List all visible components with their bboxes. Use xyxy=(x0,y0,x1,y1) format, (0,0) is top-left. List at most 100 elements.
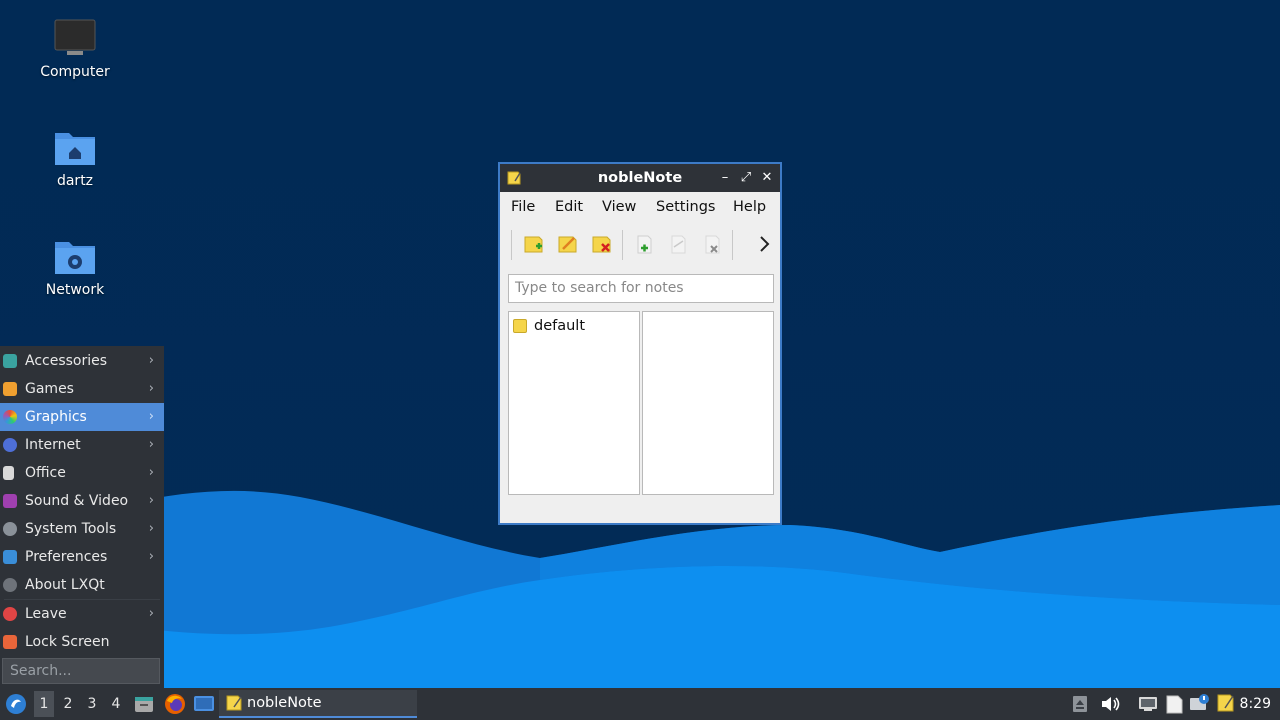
delete-note-icon[interactable] xyxy=(700,232,724,256)
taskbar: 1 2 3 4 nobleNote 8:29 xyxy=(0,688,1280,720)
toolbar-separator xyxy=(622,230,623,260)
delete-folder-icon[interactable] xyxy=(590,232,614,256)
menu-item-about-lxqt[interactable]: About LXQt xyxy=(0,571,164,599)
menu-item-office[interactable]: Office › xyxy=(0,459,164,487)
folder-icon xyxy=(513,319,527,333)
lock-icon xyxy=(3,635,17,649)
menu-item-label: Games xyxy=(25,381,74,397)
volume-icon[interactable] xyxy=(1100,695,1120,713)
lxqt-logo-icon xyxy=(6,694,26,714)
menu-item-label: About LXQt xyxy=(25,577,105,593)
new-note-icon[interactable] xyxy=(632,232,656,256)
clipboard-icon[interactable] xyxy=(1164,694,1184,714)
chevron-right-icon: › xyxy=(148,549,154,564)
menu-item-label: Accessories xyxy=(25,353,108,369)
leave-icon xyxy=(3,607,17,621)
desktop-switch-4[interactable]: 4 xyxy=(106,691,126,717)
desktop-icon-label: Computer xyxy=(40,64,110,80)
clock[interactable]: 8:29 xyxy=(1240,688,1271,720)
chevron-right-icon: › xyxy=(148,409,154,424)
menu-help[interactable]: Help xyxy=(733,192,766,222)
noblenote-tray-icon[interactable] xyxy=(1216,693,1236,713)
close-button[interactable]: ✕ xyxy=(758,164,776,192)
desktop-icon-label: dartz xyxy=(56,173,94,189)
removable-drive-icon[interactable] xyxy=(1072,695,1088,713)
firefox-icon[interactable] xyxy=(164,693,186,715)
rename-note-icon[interactable] xyxy=(666,232,690,256)
chevron-right-icon: › xyxy=(148,465,154,480)
office-icon xyxy=(3,466,14,480)
desktop-icon-label: Network xyxy=(45,282,105,298)
menu-item-label: Lock Screen xyxy=(25,634,110,650)
desktop-switch-1[interactable]: 1 xyxy=(34,691,54,717)
chevron-right-icon: › xyxy=(148,493,154,508)
menu-item-label: Internet xyxy=(25,437,81,453)
internet-icon xyxy=(3,438,17,452)
desktop-icon-home[interactable]: dartz xyxy=(20,127,130,189)
window-titlebar[interactable]: nobleNote – ⤢ ✕ xyxy=(500,164,780,192)
file-manager-icon[interactable] xyxy=(134,694,154,714)
games-icon xyxy=(3,382,17,396)
folder-label: default xyxy=(534,318,586,334)
menu-edit[interactable]: Edit xyxy=(555,192,583,222)
sound-video-icon xyxy=(3,494,17,508)
menu-item-leave[interactable]: Leave › xyxy=(0,600,164,628)
more-chevron-icon[interactable] xyxy=(752,232,776,256)
minimize-button[interactable]: – xyxy=(716,164,734,192)
new-folder-icon[interactable] xyxy=(522,232,546,256)
desktop-switch-2[interactable]: 2 xyxy=(58,691,78,717)
menu-search-input[interactable]: Search... xyxy=(2,658,160,684)
application-menu: Accessories › Games › Graphics › Interne… xyxy=(0,346,164,688)
chevron-right-icon: › xyxy=(148,353,154,368)
desktop-switch-3[interactable]: 3 xyxy=(82,691,102,717)
menu-item-label: System Tools xyxy=(25,521,117,537)
toolbar-separator xyxy=(732,230,733,260)
menu-view[interactable]: View xyxy=(602,192,636,222)
menu-item-label: Graphics xyxy=(25,409,87,425)
menu-item-system-tools[interactable]: System Tools › xyxy=(0,515,164,543)
chevron-right-icon: › xyxy=(148,521,154,536)
network-status-icon[interactable] xyxy=(1138,696,1158,712)
noblenote-app-icon xyxy=(226,695,242,711)
maximize-icon: ⤢ xyxy=(740,170,752,185)
close-icon: ✕ xyxy=(761,170,773,185)
desktop-icon-computer[interactable]: Computer xyxy=(20,18,130,80)
about-icon xyxy=(3,578,17,592)
toolbar-separator xyxy=(511,230,512,260)
menu-file[interactable]: File xyxy=(511,192,535,222)
menu-item-sound-video[interactable]: Sound & Video › xyxy=(0,487,164,515)
desktop-icon-network[interactable]: Network xyxy=(20,236,130,298)
menu-item-internet[interactable]: Internet › xyxy=(0,431,164,459)
network-folder-icon xyxy=(55,242,95,274)
folder-item-default[interactable]: default xyxy=(513,316,585,336)
preferences-icon xyxy=(3,550,17,564)
menu-item-lock-screen[interactable]: Lock Screen xyxy=(0,628,164,656)
chevron-right-icon: › xyxy=(148,381,154,396)
menu-item-label: Office xyxy=(25,465,66,481)
window-toolbar xyxy=(500,224,780,264)
show-desktop-icon[interactable] xyxy=(193,694,215,714)
menu-item-graphics[interactable]: Graphics › xyxy=(0,403,164,431)
note-search-input[interactable]: Type to search for notes xyxy=(508,274,774,303)
noblenote-window: nobleNote – ⤢ ✕ File Edit View Settings … xyxy=(498,162,782,525)
menu-item-label: Preferences xyxy=(25,549,108,565)
menu-item-games[interactable]: Games › xyxy=(0,375,164,403)
rename-folder-icon[interactable] xyxy=(556,232,580,256)
home-folder-icon xyxy=(55,133,95,165)
window-menubar: File Edit View Settings Help xyxy=(500,192,780,222)
menu-item-preferences[interactable]: Preferences › xyxy=(0,543,164,571)
menu-settings[interactable]: Settings xyxy=(656,192,715,222)
accessories-icon xyxy=(3,354,17,368)
taskbar-task-noblenote[interactable]: nobleNote xyxy=(219,690,417,718)
graphics-icon xyxy=(3,410,17,424)
start-menu-button[interactable] xyxy=(4,692,28,716)
chevron-right-icon: › xyxy=(148,437,154,452)
chevron-right-icon: › xyxy=(148,606,154,621)
minimize-icon: – xyxy=(721,170,729,185)
computer-icon xyxy=(54,19,96,55)
folder-list[interactable]: default xyxy=(508,311,640,495)
update-notifier-icon[interactable] xyxy=(1189,693,1211,713)
maximize-button[interactable]: ⤢ xyxy=(737,164,755,192)
menu-item-accessories[interactable]: Accessories › xyxy=(0,347,164,375)
note-list[interactable] xyxy=(642,311,774,495)
